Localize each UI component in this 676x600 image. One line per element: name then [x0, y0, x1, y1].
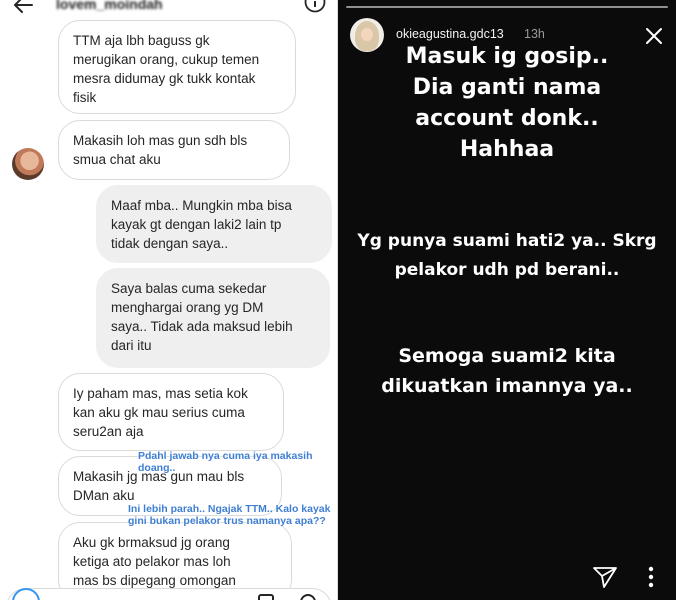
message-bubble-sent: Maaf mba.. Mungkin mba bisa kayak gt den… [96, 185, 332, 263]
send-icon[interactable] [592, 565, 618, 589]
back-arrow-icon[interactable] [12, 0, 34, 16]
message-input-bar[interactable] [6, 588, 332, 600]
dm-conversation-title[interactable]: lovem_moindah [56, 0, 163, 12]
message-bubble-received: TTM aja lbh baguss gk merugikan orang, c… [58, 20, 296, 114]
dm-header: lovem_moindah [0, 0, 337, 20]
story-text-block: Yg punya suami hati2 ya.. Skrg pelakor u… [357, 231, 657, 280]
gallery-icon[interactable] [258, 594, 274, 600]
message-bubble-received: Iy paham mas, mas setia kok kan aku gk m… [58, 373, 284, 451]
message-bubble-received: Makasih loh mas gun sdh bls smua chat ak… [58, 120, 290, 180]
info-icon[interactable] [304, 0, 326, 13]
message-bubble-sent: Saya balas cuma sekedar menghargai orang… [96, 268, 330, 368]
story-text-block: Semoga suami2 kita dikuatkan imannya ya.… [381, 345, 633, 397]
contact-avatar[interactable] [12, 148, 44, 180]
annotation-note: Ini lebih parah.. Ngajak TTM.. Kalo kaya… [128, 503, 331, 527]
more-options-icon[interactable] [648, 566, 654, 588]
story-progress-bar [346, 6, 668, 8]
story-timestamp: 13h [524, 27, 545, 41]
annotation-note: Pdahl jawab nya cuma iya makasih doang.. [138, 450, 313, 474]
story-panel: okieagustina.gdc13 13h Masuk ig gosip.. … [338, 0, 676, 600]
story-text-block: Masuk ig gosip.. Dia ganti nama account … [405, 44, 609, 162]
dm-panel: lovem_moindah TTM aja lbh baguss gk meru… [0, 0, 338, 600]
story-username[interactable]: okieagustina.gdc13 [396, 27, 504, 41]
